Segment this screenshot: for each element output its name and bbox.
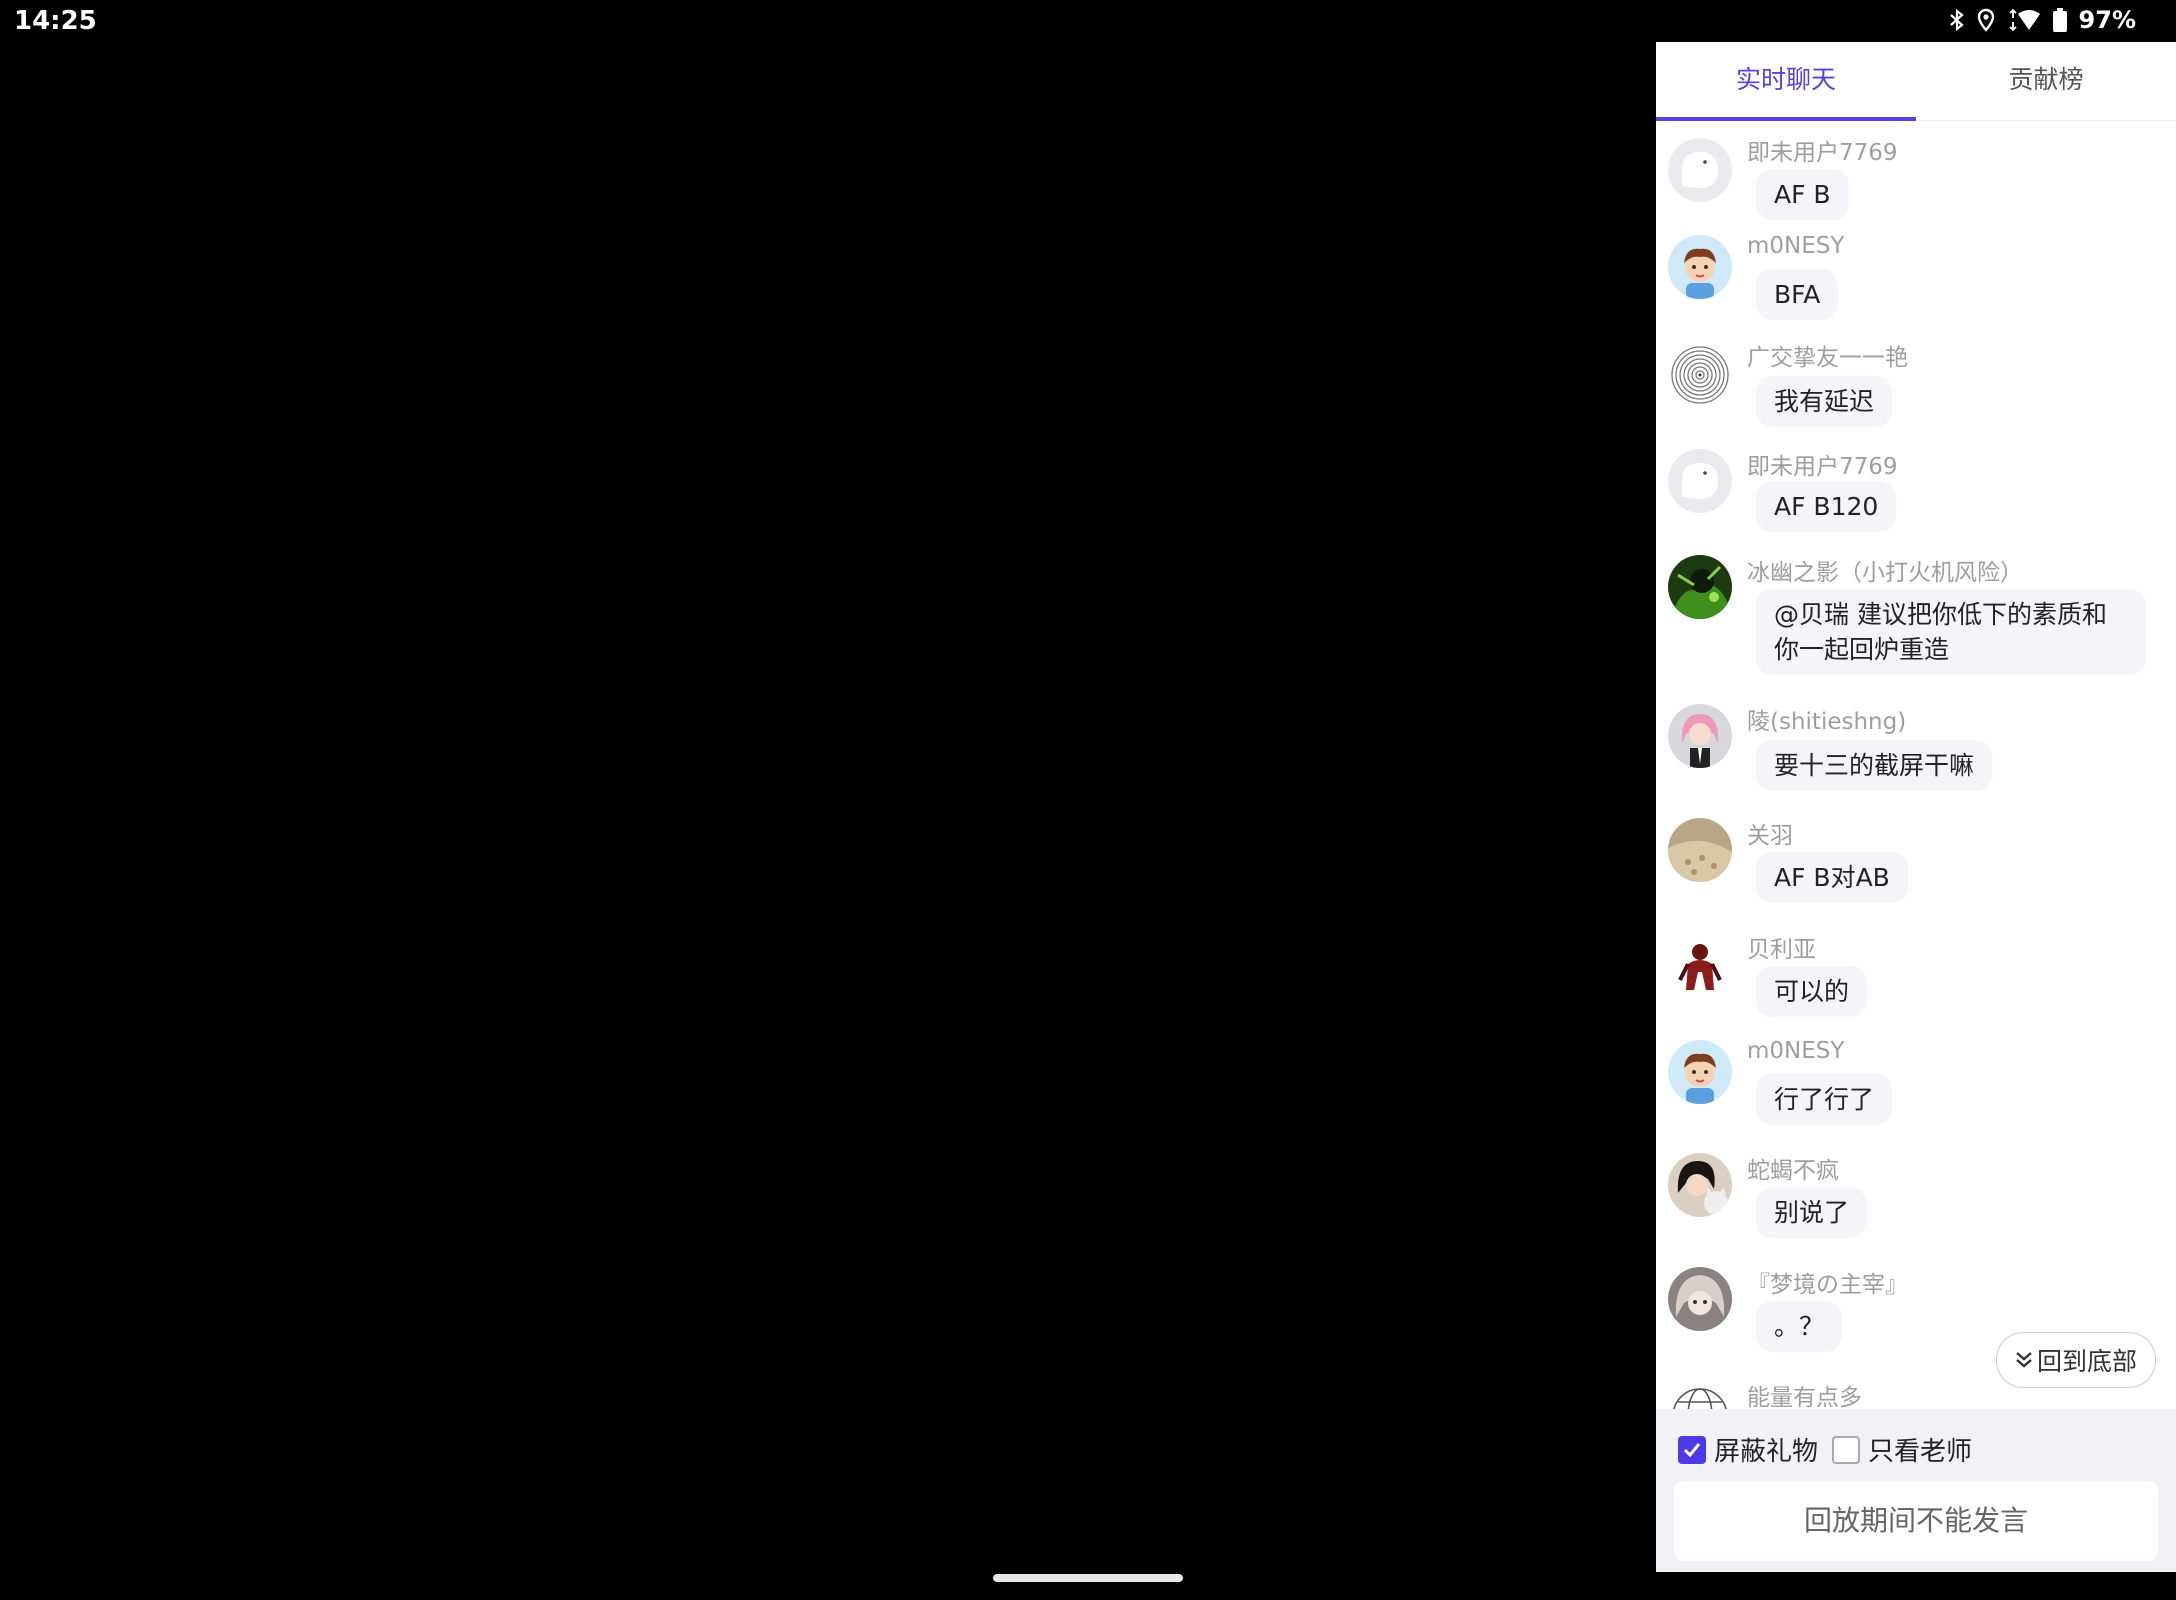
message-bubble: BFA (1756, 269, 1839, 320)
username: m0NESY (1747, 1038, 1845, 1064)
video-player-area[interactable] (0, 0, 1656, 1600)
message-bubble: AF B (1756, 169, 1849, 220)
avatar[interactable] (1668, 932, 1732, 996)
avatar[interactable] (1668, 555, 1732, 619)
avatar[interactable] (1668, 1153, 1732, 1217)
battery-icon (2052, 8, 2067, 32)
back-to-bottom-button[interactable]: 回到底部 (1996, 1332, 2156, 1388)
avatar[interactable] (1668, 138, 1732, 202)
teacher-only-checkbox[interactable] (1832, 1435, 1861, 1464)
avatar[interactable] (1668, 343, 1732, 407)
tab-bar: 实时聊天 贡献榜 (1656, 42, 2176, 121)
chat-input-disabled: 回放期间不能发言 (1674, 1481, 2158, 1561)
status-bar: 14:25 97% (0, 0, 2176, 42)
avatar[interactable] (1668, 818, 1732, 882)
block-gifts-checkbox[interactable] (1678, 1435, 1706, 1464)
username: 即未用户7769 (1747, 454, 1898, 480)
block-gifts-label[interactable]: 屏蔽礼物 (1714, 1431, 1818, 1468)
message-bubble: 别说了 (1756, 1187, 1868, 1238)
avatar[interactable] (1668, 235, 1732, 299)
username: 关羽 (1747, 823, 1793, 849)
chat-filter-options: 屏蔽礼物 只看老师 (1678, 1431, 1986, 1468)
battery-percent: 97% (2078, 6, 2136, 34)
message-bubble: 。？ (1756, 1301, 1843, 1352)
status-icons: 97% (1949, 6, 2136, 34)
message-bubble: 行了行了 (1756, 1074, 1893, 1125)
username: 能量有点多 (1747, 1385, 1862, 1409)
cartoon-boy-avatar-icon (1668, 235, 1732, 299)
message-bubble: 要十三的截屏干嘛 (1756, 740, 1993, 791)
globe-avatar-icon (1668, 1384, 1732, 1409)
message-bubble: AF B对AB (1756, 852, 1908, 903)
anime-portrait-avatar-icon (1668, 1267, 1732, 1331)
avatar[interactable] (1668, 1384, 1732, 1409)
chat-footer: 屏蔽礼物 只看老师 回放期间不能发言 (1656, 1409, 2176, 1572)
pink-hair-avatar-icon (1668, 704, 1732, 768)
ghost-avatar-icon (1668, 138, 1732, 202)
username: 『梦境の主宰』 (1747, 1272, 1908, 1298)
navigation-handle[interactable] (993, 1574, 1183, 1582)
username: 广交挚友一一艳 (1747, 345, 1908, 371)
cartoon-boy-avatar-icon (1668, 1040, 1732, 1104)
double-chevron-down-icon (2016, 1352, 2032, 1368)
girl-with-cat-avatar-icon (1668, 1153, 1732, 1217)
green-character-avatar-icon (1668, 555, 1732, 619)
username: 即未用户7769 (1747, 140, 1898, 166)
username: 蛇蝎不疯 (1747, 1158, 1839, 1184)
avatar[interactable] (1668, 1040, 1732, 1104)
chat-list[interactable]: 即未用户7769 AF B m0NESY BFA 广交挚友一一艳 我有延迟 即未… (1656, 121, 2176, 1409)
message-bubble: 我有延迟 (1756, 376, 1893, 427)
avatar[interactable] (1668, 1267, 1732, 1331)
checkmark-icon (1683, 1442, 1701, 1457)
back-to-bottom-label: 回到底部 (2036, 1347, 2137, 1376)
texture-avatar-icon (1668, 818, 1732, 882)
location-icon (1977, 8, 1994, 32)
status-time: 14:25 (14, 6, 97, 36)
teacher-only-label[interactable]: 只看老师 (1868, 1431, 1972, 1468)
username: 陵(shitieshng) (1747, 709, 1907, 735)
ghost-avatar-icon (1668, 449, 1732, 513)
chat-panel: 实时聊天 贡献榜 即未用户7769 AF B m0NESY BFA 广交挚友一一… (1656, 42, 2176, 1572)
wifi-icon (2008, 8, 2040, 32)
username: 冰幽之影（小打火机风险） (1747, 560, 2023, 586)
avatar[interactable] (1668, 704, 1732, 768)
tab-contribution-ranking[interactable]: 贡献榜 (1916, 42, 2176, 120)
message-bubble: @贝瑞 建议把你低下的素质和你一起回炉重造 (1756, 589, 2146, 675)
tab-live-chat[interactable]: 实时聊天 (1656, 42, 1916, 120)
username: 贝利亚 (1747, 937, 1816, 963)
bluetooth-icon (1949, 8, 1964, 32)
message-bubble: 可以的 (1756, 966, 1868, 1017)
message-bubble: AF B120 (1756, 481, 1897, 532)
spiral-avatar-icon (1668, 343, 1732, 407)
avatar[interactable] (1668, 449, 1732, 513)
username: m0NESY (1747, 233, 1845, 259)
red-hero-avatar-icon (1668, 932, 1732, 996)
